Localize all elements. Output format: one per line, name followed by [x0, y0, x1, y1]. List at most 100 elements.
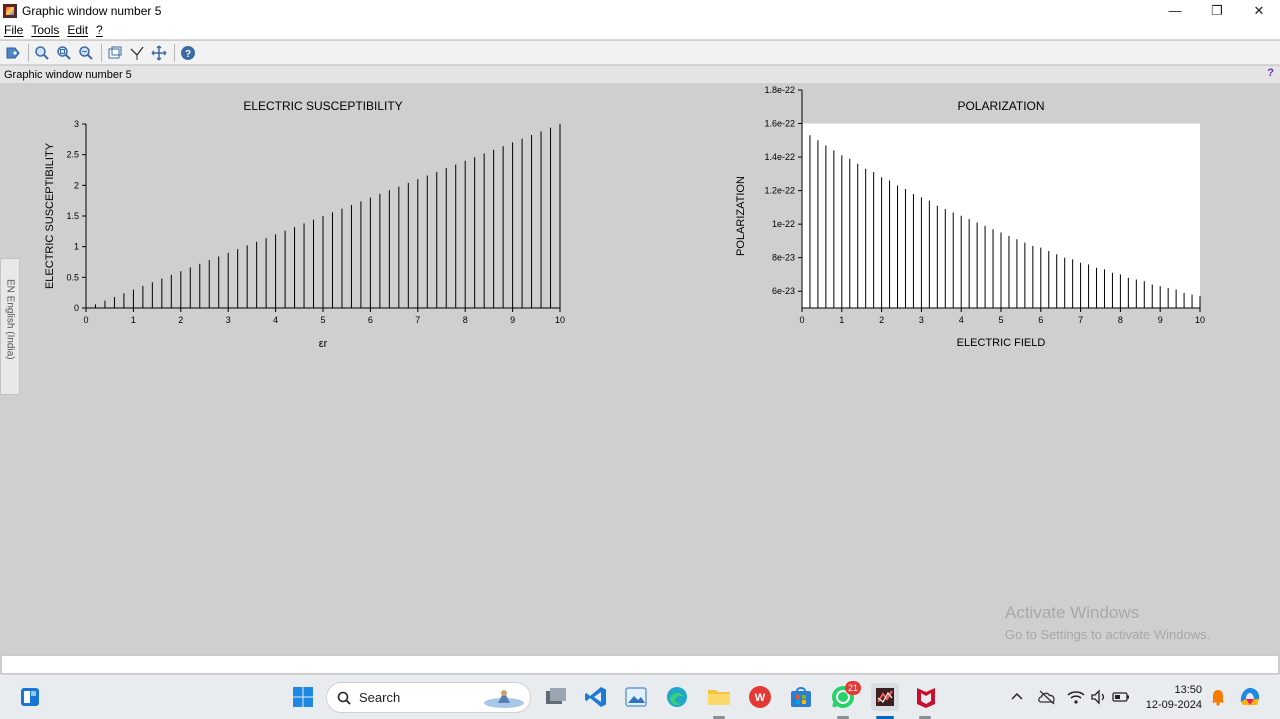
battery-icon[interactable] — [1107, 683, 1135, 711]
activate-windows-watermark: Activate Windows Go to Settings to activ… — [1005, 603, 1210, 642]
graphic-window-label: Graphic window number 5 — [4, 68, 132, 81]
minimize-button[interactable]: — — [1154, 0, 1196, 21]
menu-file[interactable]: File — [4, 23, 23, 37]
menu-help[interactable]: ? — [96, 23, 103, 37]
y-tick-label: 1e-22 — [772, 219, 795, 229]
search-highlight-icon — [484, 689, 524, 708]
y-tick-label: 1.8e-22 — [764, 85, 795, 95]
window-controls: — ❐ ✕ — [1154, 0, 1280, 21]
windows-start-icon[interactable] — [289, 683, 317, 711]
svg-text:?: ? — [185, 49, 191, 60]
data-cursor-icon[interactable] — [127, 43, 147, 63]
chevron-up-icon[interactable] — [1003, 683, 1031, 711]
toolbar-separator — [101, 43, 102, 62]
x-axis-label: εr — [319, 338, 328, 350]
widgets-icon[interactable] — [16, 683, 44, 711]
charts-svg: ELECTRIC SUSCEPTIBILITY0 1 2 3 4 5 6 7 8 9 1000.51… — [44, 85, 1205, 350]
y-axis-label: POLARIZATION — [735, 176, 747, 256]
y-tick-label: 3 — [74, 119, 79, 129]
copilot-icon[interactable] — [1236, 683, 1264, 711]
toolbar-separator — [28, 43, 29, 62]
x-tick-label: 7 — [415, 315, 420, 325]
y-tick-label: 2 — [74, 180, 79, 190]
search-icon — [337, 691, 351, 705]
toolbar: ? — [0, 41, 1280, 65]
taskbar: Search W 21 13:50 12-09-2024 — [0, 674, 1280, 719]
taskbar-search[interactable]: Search — [326, 682, 531, 713]
x-tick-label: 3 — [919, 315, 924, 325]
notification-bell-icon[interactable] — [1204, 683, 1232, 711]
x-tick-label: 5 — [320, 315, 325, 325]
graphic-window-info: Graphic window number 5 ? — [0, 66, 1280, 83]
x-tick-label: 6 — [368, 315, 373, 325]
x-tick-label: 3 — [226, 315, 231, 325]
x-tick-label: 5 — [998, 315, 1003, 325]
rotate-icon[interactable] — [105, 43, 125, 63]
photos-icon[interactable] — [622, 683, 650, 711]
x-tick-label: 8 — [1118, 315, 1123, 325]
y-tick-label: 1.6e-22 — [764, 119, 795, 129]
edge-icon[interactable] — [663, 683, 691, 711]
onedrive-offline-icon[interactable] — [1033, 683, 1061, 711]
x-tick-label: 2 — [178, 315, 183, 325]
zoom-out-icon[interactable] — [76, 43, 96, 63]
x-tick-label: 0 — [799, 315, 804, 325]
vscode-icon[interactable] — [582, 683, 610, 711]
task-view-icon[interactable] — [542, 683, 570, 711]
y-tick-label: 1.2e-22 — [764, 186, 795, 196]
scilab-taskbar-icon[interactable] — [871, 683, 899, 711]
x-tick-label: 7 — [1078, 315, 1083, 325]
y-tick-label: 8e-23 — [772, 253, 795, 263]
y-axis-label: ELECTRIC SUSCEPTIBILITY — [44, 142, 56, 289]
language-indicator[interactable]: EN English (India) — [0, 258, 20, 395]
scilab-app-icon — [3, 3, 17, 18]
title-bar: Graphic window number 5 — ❐ ✕ — [0, 0, 1280, 21]
help-icon[interactable]: ? — [178, 43, 198, 63]
data-tip-icon[interactable] — [3, 43, 23, 63]
x-axis-label: ELECTRIC FIELD — [957, 337, 1046, 349]
x-tick-label: 10 — [1195, 315, 1205, 325]
y-tick-label: 1.4e-22 — [764, 152, 795, 162]
microsoft-store-icon[interactable] — [787, 683, 815, 711]
wps-office-icon[interactable]: W — [746, 683, 774, 711]
zoom-in-icon[interactable] — [32, 43, 52, 63]
y-tick-label: 2.5 — [66, 150, 79, 160]
x-tick-label: 1 — [131, 315, 136, 325]
graphic-canvas: ELECTRIC SUSCEPTIBILITY 0 1 2 3 4 5 6 7 8 9 10 0 0.5 1… — [0, 83, 1280, 653]
menu-bar: File Tools Edit ? — [0, 21, 1280, 40]
pan-icon[interactable] — [149, 43, 169, 63]
zoom-reset-icon[interactable] — [54, 43, 74, 63]
clock-date: 12-09-2024 — [1145, 699, 1202, 711]
x-tick-label: 10 — [555, 315, 565, 325]
x-tick-label: 1 — [839, 315, 844, 325]
y-tick-label: 0.5 — [66, 272, 79, 282]
y-tick-label: 0 — [74, 303, 79, 313]
activate-title: Activate Windows — [1005, 603, 1140, 622]
x-tick-label: 4 — [273, 315, 278, 325]
x-tick-label: 9 — [1158, 315, 1163, 325]
chart-title: ELECTRIC SUSCEPTIBILITY — [243, 99, 402, 113]
activate-subtitle: Go to Settings to activate Windows. — [1005, 627, 1211, 642]
mcafee-icon[interactable] — [912, 683, 940, 711]
file-explorer-icon[interactable] — [705, 683, 733, 711]
info-help-icon[interactable]: ? — [1267, 67, 1274, 79]
close-button[interactable]: ✕ — [1238, 0, 1280, 21]
menu-tools[interactable]: Tools — [31, 23, 59, 37]
x-tick-label: 8 — [463, 315, 468, 325]
menu-edit[interactable]: Edit — [67, 23, 88, 37]
x-tick-label: 6 — [1038, 315, 1043, 325]
x-tick-label: 0 — [83, 315, 88, 325]
x-tick-label: 4 — [959, 315, 964, 325]
x-tick-label: 2 — [879, 315, 884, 325]
window-title: Graphic window number 5 — [22, 3, 162, 18]
clock-time: 13:50 — [1174, 684, 1202, 696]
whatsapp-notification-badge: 21 — [845, 681, 861, 695]
chart-title: POLARIZATION — [957, 99, 1044, 113]
system-clock[interactable]: 13:50 12-09-2024 — [1140, 683, 1202, 713]
y-tick-label: 1.5 — [66, 211, 79, 221]
y-tick-label: 6e-23 — [772, 286, 795, 296]
svg-text:W: W — [755, 692, 766, 704]
toolbar-separator — [174, 43, 175, 62]
restore-button[interactable]: ❐ — [1196, 0, 1238, 21]
y-tick-label: 1 — [74, 242, 79, 252]
